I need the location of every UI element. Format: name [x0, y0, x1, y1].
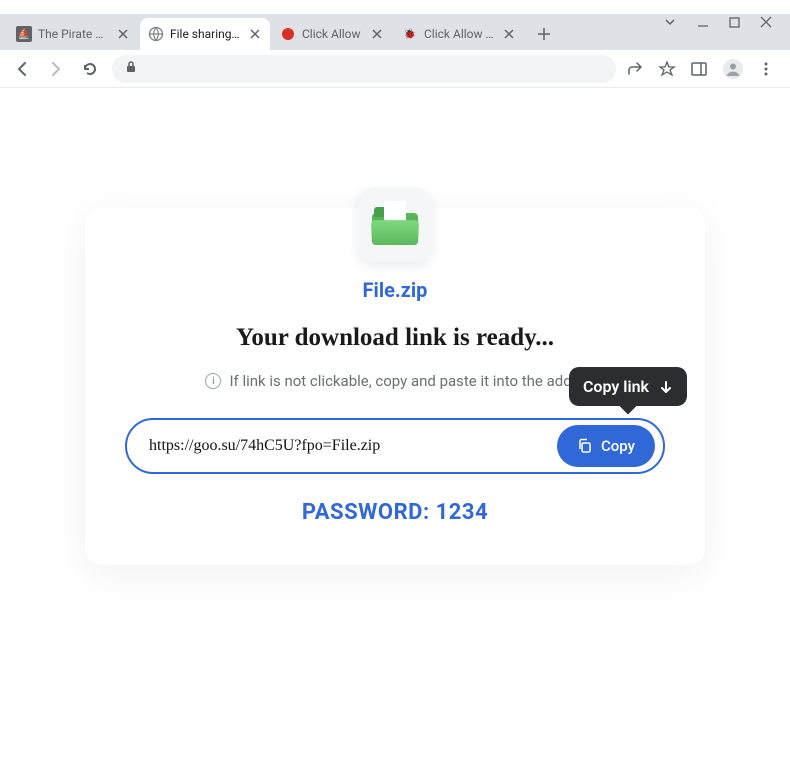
- password-line: PASSWORD: 1234: [125, 500, 665, 525]
- arrow-down-icon: [659, 380, 673, 394]
- toolbar: [0, 50, 790, 88]
- globe-icon: [148, 26, 164, 42]
- minimize-icon[interactable]: [697, 16, 709, 32]
- close-icon[interactable]: [248, 27, 262, 41]
- lock-icon: [124, 59, 138, 78]
- forward-icon: [44, 57, 68, 81]
- reload-icon[interactable]: [78, 57, 102, 81]
- page-content: PC risk.com File.zip Your download link …: [0, 88, 790, 776]
- maximize-icon[interactable]: [729, 17, 740, 32]
- file-icon: [358, 188, 432, 262]
- info-icon: i: [205, 373, 221, 389]
- tab-title: Click Allow: [302, 27, 364, 41]
- copy-tooltip: Copy link: [569, 367, 687, 406]
- tooltip-text: Copy link: [583, 377, 649, 396]
- headline: Your download link is ready...: [125, 324, 665, 352]
- tab-title: File sharing se: [170, 27, 242, 41]
- tab-click-allow-1[interactable]: Click Allow: [272, 18, 392, 50]
- close-icon[interactable]: [370, 27, 384, 41]
- copy-icon: [577, 438, 593, 454]
- close-icon[interactable]: [502, 27, 516, 41]
- download-card: File.zip Your download link is ready... …: [85, 208, 705, 565]
- copy-label: Copy: [601, 437, 635, 455]
- hint-text: If link is not clickable, copy and paste…: [229, 372, 584, 390]
- tab-strip: ⛵ The Pirate Bay File sharing se Click A…: [0, 14, 790, 50]
- tab-file-sharing[interactable]: File sharing se: [140, 18, 270, 50]
- tab-favicon-red: [280, 26, 296, 42]
- profile-icon[interactable]: [722, 58, 744, 80]
- side-panel-icon[interactable]: [690, 60, 708, 78]
- chevron-down-icon[interactable]: [663, 15, 677, 33]
- tab-title: The Pirate Bay: [38, 27, 110, 41]
- toolbar-right: [626, 58, 780, 80]
- address-bar[interactable]: [112, 55, 616, 83]
- close-icon[interactable]: [116, 27, 130, 41]
- link-box: https://goo.su/74hC5U?fpo=File.zip Copy …: [125, 418, 665, 474]
- download-link[interactable]: https://goo.su/74hC5U?fpo=File.zip: [149, 437, 545, 455]
- file-name: File.zip: [125, 278, 665, 302]
- new-tab-button[interactable]: [530, 20, 558, 48]
- menu-icon[interactable]: [758, 61, 774, 77]
- tab-pirate-bay[interactable]: ⛵ The Pirate Bay: [8, 18, 138, 50]
- tab-favicon-tiny: 🐞: [402, 26, 418, 42]
- star-icon[interactable]: [658, 60, 676, 78]
- close-window-icon[interactable]: [760, 16, 772, 32]
- back-icon[interactable]: [10, 57, 34, 81]
- window-controls: [663, 0, 790, 48]
- share-icon[interactable]: [626, 60, 644, 78]
- tab-favicon-pirate: ⛵: [16, 26, 32, 42]
- tab-title: Click Allow if y: [424, 27, 496, 41]
- copy-button[interactable]: Copy link Copy: [557, 425, 655, 467]
- tab-click-allow-2[interactable]: 🐞 Click Allow if y: [394, 18, 524, 50]
